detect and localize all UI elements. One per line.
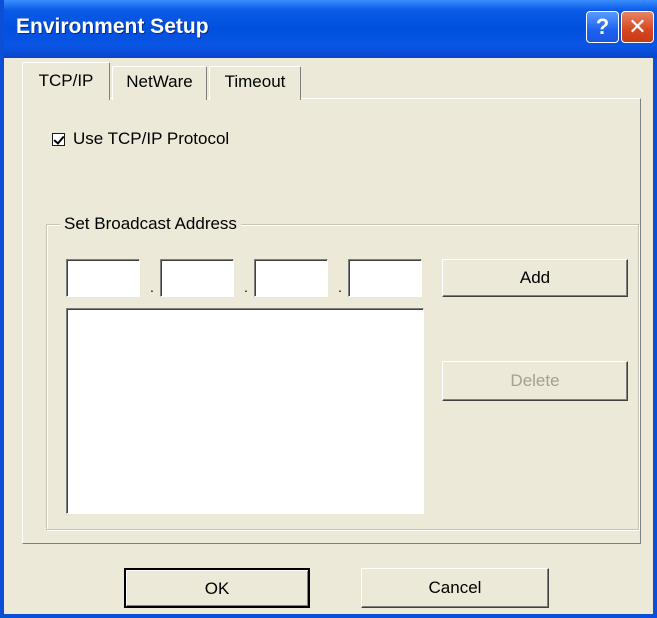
- add-button[interactable]: Add: [442, 259, 628, 297]
- broadcast-address-list[interactable]: [66, 308, 424, 514]
- help-button[interactable]: ?: [586, 11, 619, 43]
- use-tcpip-label: Use TCP/IP Protocol: [73, 129, 230, 148]
- broadcast-octet-1-input[interactable]: [66, 259, 140, 297]
- octet-separator: .: [150, 279, 154, 295]
- title-bar[interactable]: Environment Setup ? ✕: [4, 0, 657, 58]
- broadcast-octet-4-input[interactable]: [348, 259, 422, 297]
- close-button[interactable]: ✕: [621, 11, 654, 43]
- use-tcpip-checkbox-row[interactable]: Use TCP/IP Protocol: [52, 128, 229, 150]
- close-icon: ✕: [628, 14, 647, 39]
- window-title: Environment Setup: [16, 15, 209, 38]
- use-tcpip-checkbox[interactable]: [52, 132, 65, 146]
- octet-separator: .: [338, 279, 342, 295]
- broadcast-octet-2-input[interactable]: [160, 259, 234, 297]
- help-icon: ?: [595, 14, 610, 39]
- ok-button[interactable]: OK: [124, 568, 310, 608]
- broadcast-address-group-label: Set Broadcast Address: [60, 214, 241, 234]
- broadcast-octet-3-input[interactable]: [254, 259, 328, 297]
- octet-separator: .: [244, 279, 248, 295]
- tab-tcpip[interactable]: TCP/IP: [22, 62, 110, 100]
- cancel-button[interactable]: Cancel: [361, 568, 549, 608]
- tab-netware[interactable]: NetWare: [112, 66, 207, 100]
- tab-timeout[interactable]: Timeout: [209, 66, 301, 100]
- delete-button[interactable]: Delete: [442, 361, 628, 401]
